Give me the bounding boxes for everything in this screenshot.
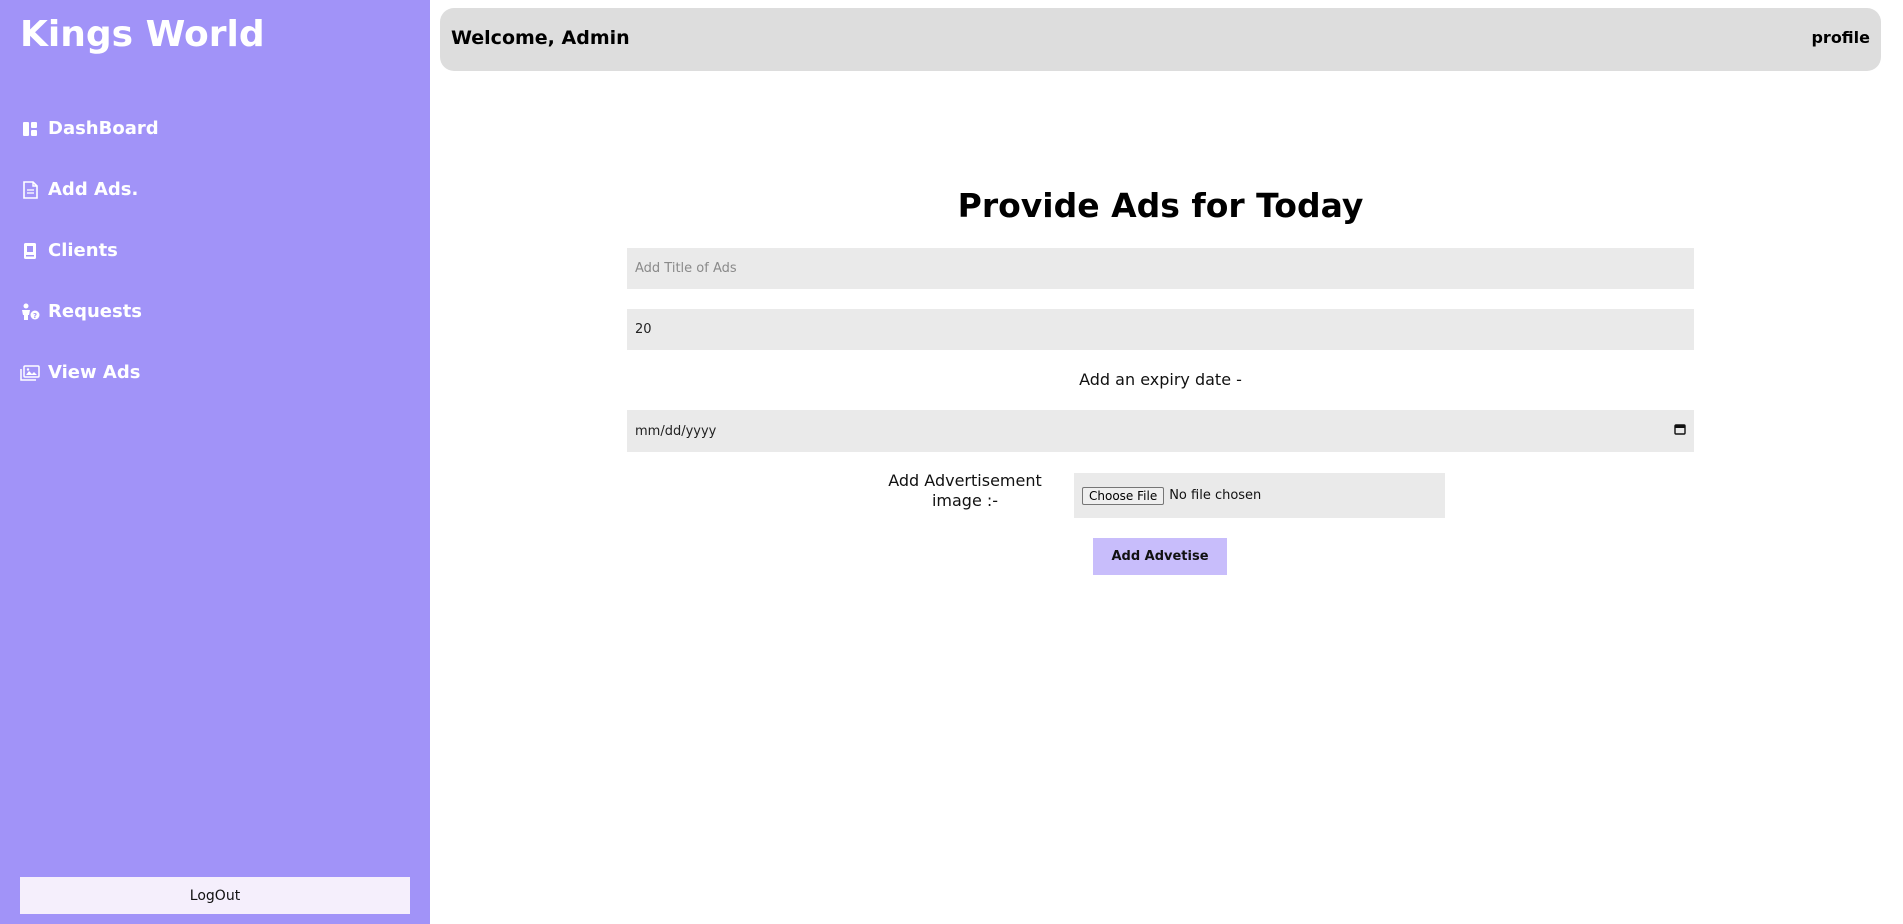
ad-number-input[interactable]: 20 (627, 309, 1694, 350)
advertisement-image-label: Add Advertisement image :- (888, 471, 1042, 510)
person-request-icon: ? (20, 302, 40, 322)
profile-link[interactable]: profile (1811, 28, 1870, 47)
dashboard-icon (20, 119, 40, 139)
sidebar-item-dashboard[interactable]: DashBoard (20, 98, 159, 159)
sidebar: Kings World DashBoard Add Ads. Clients ?… (0, 0, 430, 924)
document-icon (20, 180, 40, 200)
logout-button[interactable]: LogOut (20, 877, 410, 914)
expiry-date-label: Add an expiry date - (1079, 370, 1242, 389)
sidebar-item-add-ads[interactable]: Add Ads. (20, 159, 159, 220)
sidebar-item-requests[interactable]: ? Requests (20, 281, 159, 342)
sidebar-item-label: View Ads (48, 362, 141, 383)
sidebar-nav: DashBoard Add Ads. Clients ? Requests Vi… (20, 98, 159, 403)
brand-title: Kings World (20, 14, 265, 55)
contact-book-icon (20, 241, 40, 261)
file-status-text: No file chosen (1169, 488, 1262, 503)
svg-text:?: ? (33, 312, 37, 320)
date-placeholder: mm/dd/yyyy (635, 423, 717, 439)
image-file-input[interactable]: Choose File No file chosen (1074, 473, 1445, 518)
sidebar-item-clients[interactable]: Clients (20, 220, 159, 281)
images-icon (20, 363, 40, 383)
sidebar-item-label: Requests (48, 301, 143, 322)
calendar-icon[interactable] (1674, 423, 1686, 439)
ad-title-input[interactable]: Add Title of Ads (627, 248, 1694, 289)
sidebar-item-label: Clients (48, 240, 118, 261)
choose-file-button[interactable]: Choose File (1082, 486, 1165, 505)
app-root: Kings World DashBoard Add Ads. Clients ?… (0, 0, 1903, 924)
expiry-date-input[interactable]: mm/dd/yyyy (627, 410, 1694, 452)
welcome-text: Welcome, Admin (451, 27, 630, 49)
page-title: Provide Ads for Today (957, 186, 1364, 225)
top-header: Welcome, Admin profile (440, 8, 1881, 71)
add-advertise-button[interactable]: Add Advetise (1093, 538, 1227, 575)
sidebar-item-view-ads[interactable]: View Ads (20, 342, 159, 403)
sidebar-item-label: Add Ads. (48, 179, 139, 200)
sidebar-item-label: DashBoard (48, 118, 159, 139)
